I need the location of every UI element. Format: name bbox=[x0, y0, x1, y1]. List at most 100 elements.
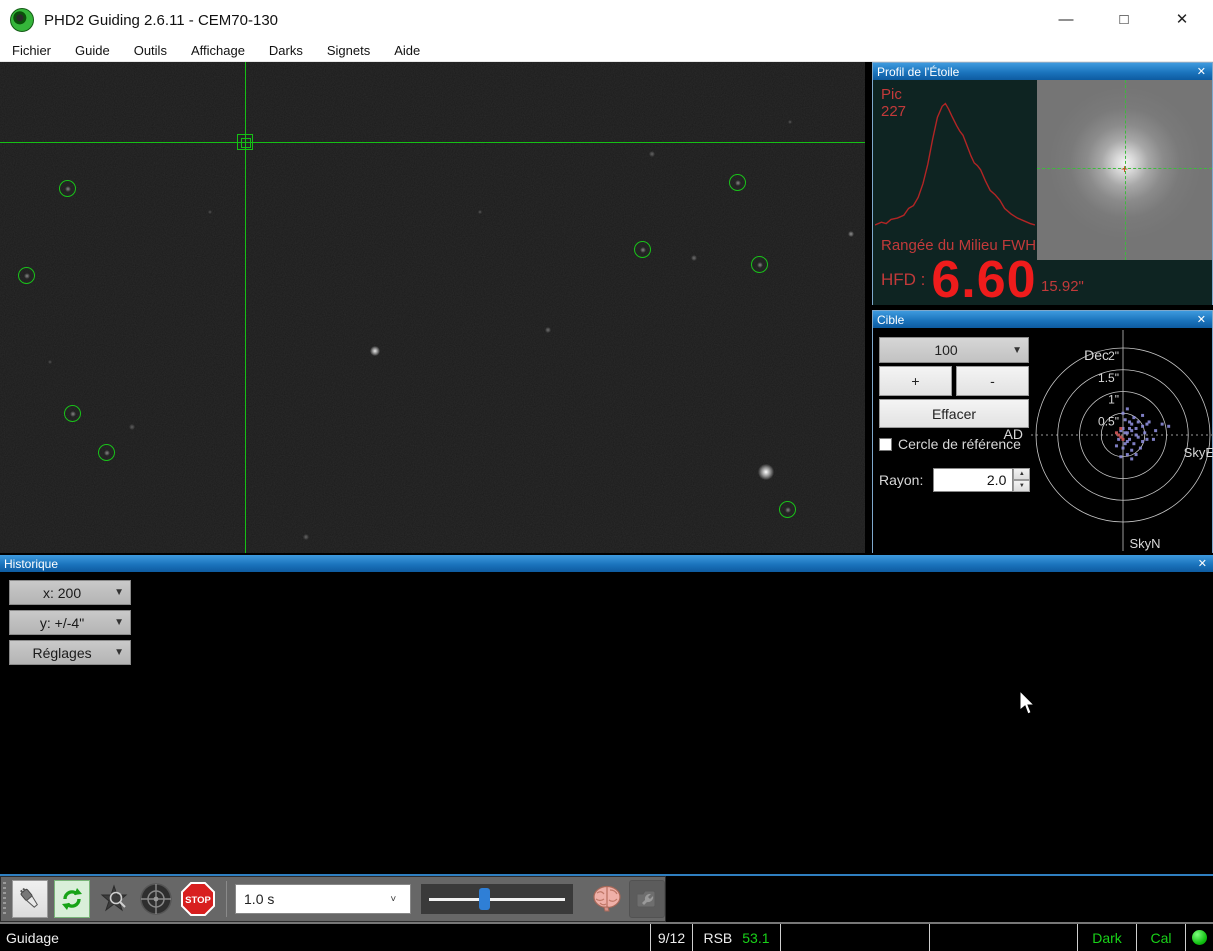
field-star bbox=[65, 186, 71, 192]
field-star bbox=[478, 210, 482, 214]
exposure-dropdown[interactable]: 1.0 s ˅ bbox=[235, 884, 411, 914]
hfd-arcsec-value: 15.92" bbox=[1041, 278, 1084, 295]
close-icon[interactable]: ✕ bbox=[1196, 557, 1209, 570]
history-yscale-dropdown[interactable]: y: +/-4" ▼ bbox=[9, 610, 131, 635]
main-toolbar: STOP 1.0 s ˅ bbox=[0, 876, 666, 922]
svg-text:1": 1" bbox=[1108, 393, 1119, 407]
close-icon[interactable]: ✕ bbox=[1195, 313, 1208, 326]
status-empty-2 bbox=[930, 924, 1078, 951]
chevron-down-icon: ▼ bbox=[114, 617, 124, 628]
star-profile-panel: Profil de l'Étoile ✕ Pic 227 Rangée du M… bbox=[872, 62, 1213, 305]
auto-select-star-button[interactable] bbox=[96, 880, 132, 918]
status-dark-indicator: Dark bbox=[1078, 924, 1137, 951]
field-star bbox=[757, 262, 763, 268]
close-button[interactable]: ✕ bbox=[1159, 4, 1205, 34]
guide-target-icon bbox=[139, 882, 173, 916]
stretch-slider[interactable] bbox=[421, 884, 573, 914]
menu-fichier[interactable]: Fichier bbox=[0, 43, 63, 58]
svg-text:AD: AD bbox=[1004, 426, 1023, 442]
field-star bbox=[649, 151, 654, 156]
window-title: PHD2 Guiding 2.6.11 - CEM70-130 bbox=[44, 12, 278, 29]
stop-button[interactable]: STOP bbox=[180, 880, 216, 918]
menu-darks[interactable]: Darks bbox=[257, 43, 315, 58]
svg-text:SkyE: SkyE bbox=[1184, 445, 1213, 460]
chevron-down-icon: ▼ bbox=[114, 587, 124, 598]
target-titlebar: Cible ✕ bbox=[873, 311, 1212, 328]
menubar: Fichier Guide Outils Affichage Darks Sig… bbox=[0, 40, 1213, 62]
slider-track[interactable] bbox=[429, 898, 565, 901]
svg-text:2": 2" bbox=[1108, 349, 1119, 363]
field-star bbox=[691, 255, 696, 260]
history-titlebar: Historique ✕ bbox=[0, 555, 1213, 572]
stop-sign-icon: STOP bbox=[180, 881, 216, 917]
field-star bbox=[735, 180, 741, 186]
titlebar: PHD2 Guiding 2.6.11 - CEM70-130 — □ ✕ bbox=[0, 0, 1213, 40]
target-zoom-value: 100 bbox=[880, 342, 1012, 358]
guide-star-thumbnail: + bbox=[1037, 80, 1212, 260]
app-icon bbox=[10, 8, 34, 32]
menu-aide[interactable]: Aide bbox=[382, 43, 432, 58]
svg-text:STOP: STOP bbox=[185, 895, 211, 906]
status-snr: RSB 53.1 bbox=[693, 924, 781, 951]
connected-dot-icon bbox=[1192, 930, 1207, 945]
reference-circle-checkbox[interactable] bbox=[879, 438, 892, 451]
svg-text:Dec: Dec bbox=[1084, 347, 1109, 363]
field-star bbox=[545, 327, 550, 332]
field-star bbox=[640, 247, 646, 253]
hfd-label: HFD : bbox=[881, 270, 925, 290]
history-settings-value: Réglages bbox=[10, 645, 114, 661]
chevron-down-icon: ▼ bbox=[114, 647, 124, 658]
menu-signets[interactable]: Signets bbox=[315, 43, 382, 58]
star-profile-titlebar: Profil de l'Étoile ✕ bbox=[873, 63, 1212, 80]
target-zoom-in-button[interactable]: + bbox=[879, 366, 952, 396]
status-frame-counter: 9/12 bbox=[651, 924, 693, 951]
statusbar: Guidage 9/12 RSB 53.1 Dark Cal bbox=[0, 922, 1213, 951]
menu-affichage[interactable]: Affichage bbox=[179, 43, 257, 58]
menu-outils[interactable]: Outils bbox=[122, 43, 179, 58]
status-connection bbox=[1186, 924, 1213, 951]
snr-value: 53.1 bbox=[742, 930, 769, 946]
field-star bbox=[785, 507, 791, 513]
minimize-button[interactable]: — bbox=[1043, 4, 1089, 34]
status-empty-1 bbox=[781, 924, 930, 951]
field-star bbox=[303, 534, 308, 539]
start-guiding-button[interactable] bbox=[138, 880, 174, 918]
star-magnifier-icon bbox=[99, 884, 129, 914]
field-star bbox=[758, 464, 774, 480]
history-settings-dropdown[interactable]: Réglages ▼ bbox=[9, 640, 131, 665]
loop-arrows-icon bbox=[58, 885, 86, 913]
sensor-noise bbox=[0, 62, 865, 553]
chevron-down-icon: ˅ bbox=[390, 894, 396, 905]
maximize-button[interactable]: □ bbox=[1101, 4, 1147, 34]
target-bullseye-plot: Dec2"1.5"1"0.5"ADSkyESkyN bbox=[1003, 328, 1213, 553]
history-xscale-value: x: 200 bbox=[10, 585, 114, 601]
advanced-settings-button[interactable] bbox=[589, 880, 625, 918]
star-profile-curve bbox=[875, 98, 1035, 236]
target-panel: Cible ✕ 100 ▼ + - Effacer Cercle de réfé… bbox=[872, 310, 1213, 553]
connect-equipment-button[interactable] bbox=[12, 880, 48, 918]
close-icon[interactable]: ✕ bbox=[1195, 65, 1208, 78]
field-star bbox=[129, 424, 134, 429]
menu-guide[interactable]: Guide bbox=[63, 43, 122, 58]
toolbar-separator bbox=[226, 881, 227, 917]
history-xscale-dropdown[interactable]: x: 200 ▼ bbox=[9, 580, 131, 605]
field-star bbox=[208, 210, 212, 214]
status-state: Guidage bbox=[0, 924, 651, 951]
field-star bbox=[48, 360, 52, 364]
radius-label: Rayon: bbox=[879, 472, 923, 488]
slider-thumb[interactable] bbox=[479, 888, 490, 910]
loop-exposures-button[interactable] bbox=[54, 880, 90, 918]
camera-settings-button[interactable] bbox=[629, 880, 665, 918]
toolbar-grip-handle[interactable] bbox=[3, 882, 6, 916]
status-cal-indicator: Cal bbox=[1137, 924, 1186, 951]
field-star bbox=[104, 450, 110, 456]
radius-input[interactable]: 2.0 bbox=[933, 468, 1013, 492]
field-star bbox=[70, 411, 76, 417]
camera-view[interactable] bbox=[0, 62, 865, 553]
mouse-cursor bbox=[1018, 690, 1038, 716]
crosshair-horizontal-line bbox=[0, 142, 865, 143]
history-yscale-value: y: +/-4" bbox=[10, 615, 114, 631]
svg-text:1.5": 1.5" bbox=[1098, 371, 1119, 385]
field-star bbox=[24, 273, 30, 279]
target-title: Cible bbox=[877, 313, 1195, 327]
